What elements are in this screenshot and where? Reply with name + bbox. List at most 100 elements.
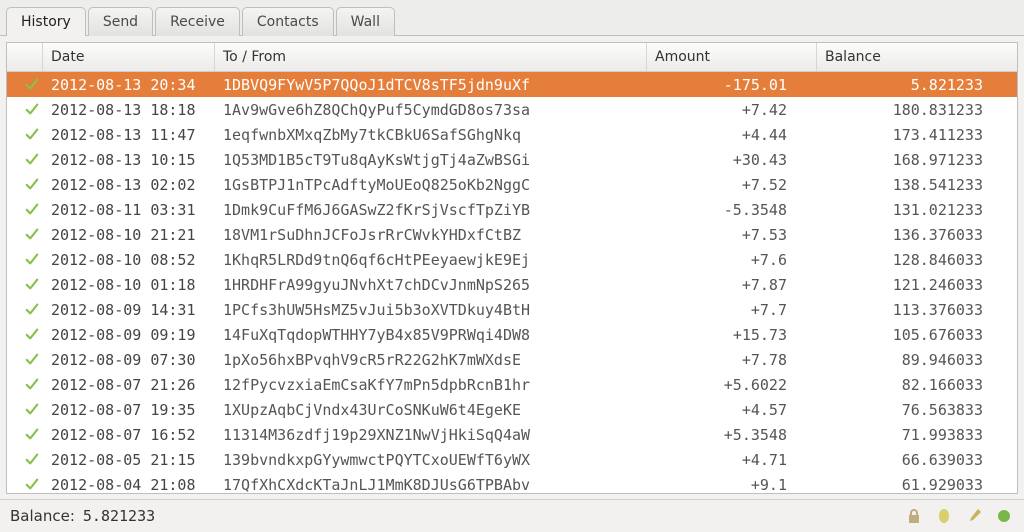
table-row[interactable]: 2012-08-13 10:151Q53MD1B5cT9Tu8qAyKsWtjg… bbox=[7, 147, 1017, 172]
lock-icon[interactable] bbox=[904, 506, 924, 526]
tab-strip: HistorySendReceiveContactsWall bbox=[0, 0, 1024, 36]
cell-amount: +5.3548 bbox=[647, 426, 817, 444]
table-row[interactable]: 2012-08-10 08:521KhqR5LRDd9tnQ6qf6cHtPEe… bbox=[7, 247, 1017, 272]
cell-balance: 168.971233 bbox=[817, 151, 1017, 169]
cell-amount: +7.87 bbox=[647, 276, 817, 294]
table-row[interactable]: 2012-08-05 21:15139bvndkxpGYywmwctPQYTCx… bbox=[7, 447, 1017, 472]
cell-amount: +30.43 bbox=[647, 151, 817, 169]
tab-wall[interactable]: Wall bbox=[336, 7, 395, 36]
table-body[interactable]: 2012-08-13 20:341DBVQ9FYwV5P7QQoJ1dTCV8s… bbox=[7, 72, 1017, 493]
table-row[interactable]: 2012-08-13 20:341DBVQ9FYwV5P7QQoJ1dTCV8s… bbox=[7, 72, 1017, 97]
cell-balance: 131.021233 bbox=[817, 201, 1017, 219]
cell-amount: +4.71 bbox=[647, 451, 817, 469]
confirmed-checkmark-icon bbox=[7, 450, 43, 470]
balance-value: 5.821233 bbox=[83, 507, 155, 525]
table-row[interactable]: 2012-08-09 07:301pXo56hxBPvqhV9cR5rR22G2… bbox=[7, 347, 1017, 372]
status-bar: Balance: 5.821233 bbox=[0, 499, 1024, 532]
table-row[interactable]: 2012-08-10 01:181HRDHFrA99gyuJNvhXt7chDC… bbox=[7, 272, 1017, 297]
cell-address: 1Av9wGve6hZ8QChQyPuf5CymdGD8os73sa bbox=[215, 101, 647, 119]
balance-label: Balance: bbox=[10, 507, 75, 525]
cell-amount: +7.42 bbox=[647, 101, 817, 119]
cell-date: 2012-08-10 08:52 bbox=[43, 251, 215, 269]
cell-balance: 180.831233 bbox=[817, 101, 1017, 119]
table-row[interactable]: 2012-08-07 21:2612fPycvzxiaEmCsaKfY7mPn5… bbox=[7, 372, 1017, 397]
header-amount[interactable]: Amount bbox=[647, 43, 817, 71]
cell-address: 1KhqR5LRDd9tnQ6qf6cHtPEeyaewjkE9Ej bbox=[215, 251, 647, 269]
cell-amount: +7.78 bbox=[647, 351, 817, 369]
cell-balance: 105.676033 bbox=[817, 326, 1017, 344]
cell-date: 2012-08-13 18:18 bbox=[43, 101, 215, 119]
cell-amount: -5.3548 bbox=[647, 201, 817, 219]
header-balance[interactable]: Balance bbox=[817, 43, 1017, 71]
cell-date: 2012-08-11 03:31 bbox=[43, 201, 215, 219]
table-row[interactable]: 2012-08-04 21:0817QfXhCXdcKTaJnLJ1MmK8DJ… bbox=[7, 472, 1017, 493]
table-row[interactable]: 2012-08-13 18:181Av9wGve6hZ8QChQyPuf5Cym… bbox=[7, 97, 1017, 122]
cell-balance: 5.821233 bbox=[817, 76, 1017, 94]
table-row[interactable]: 2012-08-10 21:2118VM1rSuDhnJCFoJsrRrCWvk… bbox=[7, 222, 1017, 247]
confirmed-checkmark-icon bbox=[7, 150, 43, 170]
cell-address: 18VM1rSuDhnJCFoJsrRrCWvkYHDxfCtBZ bbox=[215, 226, 647, 244]
cell-balance: 138.541233 bbox=[817, 176, 1017, 194]
cell-balance: 136.376033 bbox=[817, 226, 1017, 244]
cell-date: 2012-08-07 16:52 bbox=[43, 426, 215, 444]
cell-balance: 61.929033 bbox=[817, 476, 1017, 494]
cell-address: 11314M36zdfj19p29XNZ1NwVjHkiSqQ4aW bbox=[215, 426, 647, 444]
header-date[interactable]: Date bbox=[43, 43, 215, 71]
table-row[interactable]: 2012-08-09 14:311PCfs3hUW5HsMZ5vJui5b3oX… bbox=[7, 297, 1017, 322]
cell-address: 12fPycvzxiaEmCsaKfY7mPn5dpbRcnB1hr bbox=[215, 376, 647, 394]
table-row[interactable]: 2012-08-11 03:311Dmk9CuFfM6J6GASwZ2fKrSj… bbox=[7, 197, 1017, 222]
cell-date: 2012-08-13 02:02 bbox=[43, 176, 215, 194]
table-row[interactable]: 2012-08-07 16:5211314M36zdfj19p29XNZ1NwV… bbox=[7, 422, 1017, 447]
table-row[interactable]: 2012-08-09 09:1914FuXqTqdopWTHHY7yB4x85V… bbox=[7, 322, 1017, 347]
cell-amount: +7.7 bbox=[647, 301, 817, 319]
cell-address: 1PCfs3hUW5HsMZ5vJui5b3oXVTDkuy4BtH bbox=[215, 301, 647, 319]
confirmed-checkmark-icon bbox=[7, 400, 43, 420]
cell-amount: +7.53 bbox=[647, 226, 817, 244]
cell-amount: +7.6 bbox=[647, 251, 817, 269]
cell-balance: 76.563833 bbox=[817, 401, 1017, 419]
cell-address: 1GsBTPJ1nTPcAdftyMoUEoQ825oKb2NggC bbox=[215, 176, 647, 194]
cell-date: 2012-08-09 07:30 bbox=[43, 351, 215, 369]
cell-balance: 113.376033 bbox=[817, 301, 1017, 319]
cell-date: 2012-08-07 21:26 bbox=[43, 376, 215, 394]
cell-address: 1Q53MD1B5cT9Tu8qAyKsWtjgTj4aZwBSGi bbox=[215, 151, 647, 169]
confirmed-checkmark-icon bbox=[7, 125, 43, 145]
confirmed-checkmark-icon bbox=[7, 275, 43, 295]
network-status-icon[interactable] bbox=[994, 506, 1014, 526]
cell-balance: 89.946033 bbox=[817, 351, 1017, 369]
cell-date: 2012-08-09 14:31 bbox=[43, 301, 215, 319]
cell-address: 139bvndkxpGYywmwctPQYTCxoUEWfT6yWX bbox=[215, 451, 647, 469]
confirmed-checkmark-icon bbox=[7, 75, 43, 95]
confirmed-checkmark-icon bbox=[7, 350, 43, 370]
cell-date: 2012-08-10 01:18 bbox=[43, 276, 215, 294]
header-check[interactable] bbox=[7, 43, 43, 71]
confirmed-checkmark-icon bbox=[7, 100, 43, 120]
header-address[interactable]: To / From bbox=[215, 43, 647, 71]
confirmed-checkmark-icon bbox=[7, 300, 43, 320]
tab-contacts[interactable]: Contacts bbox=[242, 7, 334, 36]
seed-icon[interactable] bbox=[934, 506, 954, 526]
confirmed-checkmark-icon bbox=[7, 375, 43, 395]
confirmed-checkmark-icon bbox=[7, 250, 43, 270]
cell-date: 2012-08-10 21:21 bbox=[43, 226, 215, 244]
cell-address: 14FuXqTqdopWTHHY7yB4x85V9PRWqi4DW8 bbox=[215, 326, 647, 344]
preferences-icon[interactable] bbox=[964, 506, 984, 526]
cell-amount: +5.6022 bbox=[647, 376, 817, 394]
cell-date: 2012-08-13 20:34 bbox=[43, 76, 215, 94]
tab-history[interactable]: History bbox=[6, 7, 86, 36]
table-row[interactable]: 2012-08-13 02:021GsBTPJ1nTPcAdftyMoUEoQ8… bbox=[7, 172, 1017, 197]
tab-receive[interactable]: Receive bbox=[155, 7, 240, 36]
cell-amount: +4.44 bbox=[647, 126, 817, 144]
cell-amount: -175.01 bbox=[647, 76, 817, 94]
tab-send[interactable]: Send bbox=[88, 7, 153, 36]
confirmed-checkmark-icon bbox=[7, 475, 43, 494]
cell-amount: +9.1 bbox=[647, 476, 817, 494]
cell-date: 2012-08-13 11:47 bbox=[43, 126, 215, 144]
table-row[interactable]: 2012-08-07 19:351XUpzAqbCjVndx43UrCoSNKu… bbox=[7, 397, 1017, 422]
table-row[interactable]: 2012-08-13 11:471eqfwnbXMxqZbMy7tkCBkU6S… bbox=[7, 122, 1017, 147]
cell-balance: 121.246033 bbox=[817, 276, 1017, 294]
cell-date: 2012-08-09 09:19 bbox=[43, 326, 215, 344]
cell-balance: 71.993833 bbox=[817, 426, 1017, 444]
cell-address: 17QfXhCXdcKTaJnLJ1MmK8DJUsG6TPBAbv bbox=[215, 476, 647, 494]
cell-date: 2012-08-05 21:15 bbox=[43, 451, 215, 469]
